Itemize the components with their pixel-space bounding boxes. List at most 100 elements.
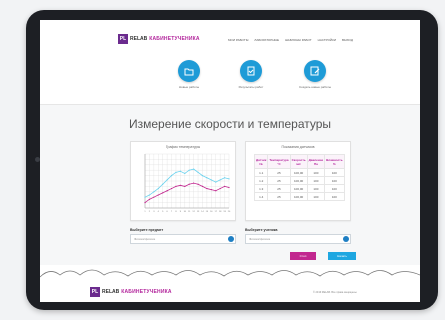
footer-logo-mark: PL — [90, 287, 100, 297]
logo-text: RELAB — [130, 36, 148, 42]
data-point — [201, 175, 204, 177]
data-point — [179, 184, 181, 186]
table-cell: 25 — [267, 176, 291, 185]
new-works-tile[interactable]: Новые работы — [164, 60, 214, 89]
main: Измерение скорости и температуры График … — [40, 105, 420, 265]
data-point — [184, 185, 186, 187]
nav-labs[interactable]: Лабораторные — [254, 38, 279, 42]
table-cell: 100 — [324, 168, 345, 177]
table-cell: 1.3 — [253, 184, 269, 193]
start-button[interactable]: Начать — [328, 252, 356, 260]
x-tick-label: 1 — [144, 211, 146, 213]
table-cell: 25 — [267, 184, 291, 193]
x-tick-label: 7 — [171, 211, 173, 213]
data-point — [219, 179, 221, 181]
x-tick-label: 13 — [197, 211, 200, 213]
table-header: Датчик № — [253, 154, 269, 169]
student-select-label: Выберите ученика — [245, 228, 278, 232]
data-point — [153, 191, 155, 193]
logo[interactable]: PL RELAB КАБИНЕТУЧЕНИКА — [118, 34, 200, 44]
stop-button[interactable]: Стоп — [290, 252, 316, 260]
data-point — [166, 179, 168, 181]
data-point — [184, 172, 186, 175]
logo-mark: PL — [118, 34, 128, 44]
student-select-value: Физика/физика — [249, 237, 271, 241]
table-cell: 100 — [306, 184, 326, 193]
table-cell: 100 — [306, 176, 326, 185]
table-row: 1.1 25 100,00 100 100 — [253, 168, 345, 177]
data-point — [223, 185, 226, 187]
x-tick-label: 10 — [184, 211, 187, 213]
folder-open-icon[interactable] — [178, 60, 200, 82]
page-title: Измерение скорости и температуры — [128, 117, 332, 131]
edit-icon[interactable] — [304, 60, 326, 82]
data-point — [215, 190, 217, 192]
new-works-label: Новые работы — [178, 85, 200, 89]
footer-logo-text: RELAB — [102, 289, 120, 295]
series-line-2 — [144, 182, 230, 203]
copyright: © 2016 RELAB. Все права защищены. — [313, 291, 358, 294]
chart-card: График температуры 1 2 3 4 5 6 7 8 9 10 11 12 13 14 15… — [130, 141, 236, 221]
table-header: Влажность % — [324, 154, 345, 169]
table-cell: 100,00 — [289, 192, 308, 201]
data-point — [144, 196, 146, 198]
chevron-down-icon[interactable] — [343, 236, 349, 242]
results-tile[interactable]: Результаты работ — [226, 60, 276, 89]
table-cell: 100 — [324, 192, 345, 201]
series-line-1 — [144, 168, 230, 198]
chevron-down-icon[interactable] — [228, 236, 234, 242]
x-tick-label: 3 — [153, 211, 155, 213]
sensor-card: Показания датчиков Датчик № Температура … — [245, 141, 351, 221]
x-tick-label: 20 — [228, 211, 231, 213]
table-cell: 100 — [324, 176, 345, 185]
data-point — [179, 170, 181, 172]
data-point — [197, 171, 199, 173]
table-header: Температура °С — [267, 154, 291, 169]
data-point — [188, 169, 190, 171]
table-cell: 100,00 — [289, 184, 308, 193]
footer-logo[interactable]: PL RELAB КАБИНЕТУЧЕНИКА — [90, 287, 172, 297]
subject-select-value: Физика/физика — [134, 237, 156, 241]
x-tick-label: 18 — [219, 211, 222, 213]
data-point — [206, 177, 208, 179]
data-point — [210, 189, 212, 191]
table-cell: 100,00 — [289, 168, 308, 177]
student-select[interactable]: Физика/физика — [245, 234, 351, 244]
table-cell: 100,00 — [289, 176, 308, 185]
subject-select[interactable]: Физика/физика — [130, 234, 236, 244]
logo-subtitle: КАБИНЕТУЧЕНИКА — [149, 36, 200, 42]
data-point — [162, 192, 164, 194]
data-point — [148, 194, 151, 196]
x-tick-label: 14 — [201, 211, 204, 213]
top-nav: Мои работы Лабораторные Шаблоны работ На… — [228, 38, 353, 42]
data-point — [228, 178, 230, 180]
sensor-table: Датчик № Температура °С Скорость м/с Дав… — [253, 154, 345, 201]
x-tick-label: 11 — [188, 211, 191, 213]
table-cell: 25 — [267, 168, 291, 177]
nav-settings[interactable]: Настройки — [318, 38, 336, 42]
header: PL RELAB КАБИНЕТУЧЕНИКА Мои работы Лабор… — [40, 20, 420, 60]
subject-select-group: Выберите предмет Физика/физика — [130, 228, 236, 244]
student-select-group: Выберите ученика Физика/физика — [245, 228, 351, 244]
nav-templates[interactable]: Шаблоны работ — [285, 38, 312, 42]
data-point — [170, 187, 173, 190]
document-check-icon[interactable] — [240, 60, 262, 82]
nav-my-works[interactable]: Мои работы — [228, 38, 248, 42]
data-point — [175, 185, 177, 187]
table-row: 1.4 25 100,00 100 100 — [253, 192, 345, 201]
x-tick-label: 2 — [149, 211, 151, 213]
footer: PL RELAB КАБИНЕТУЧЕНИКА © 2016 RELAB. Вс… — [40, 265, 420, 302]
x-tick-label: 4 — [158, 211, 160, 213]
data-point — [201, 185, 204, 187]
x-tick-label: 6 — [166, 211, 168, 213]
x-tick-label: 17 — [215, 211, 218, 213]
clouds-decoration — [40, 269, 420, 278]
x-tick-label: 19 — [223, 211, 226, 213]
data-point — [144, 202, 146, 204]
table-row: 1.3 25 100,00 100 100 — [253, 184, 345, 193]
data-point — [153, 196, 155, 198]
create-tile[interactable]: Создать новые работы — [290, 60, 340, 89]
data-point — [219, 187, 221, 190]
data-point — [223, 177, 226, 179]
nav-logout[interactable]: Выход — [342, 38, 353, 42]
